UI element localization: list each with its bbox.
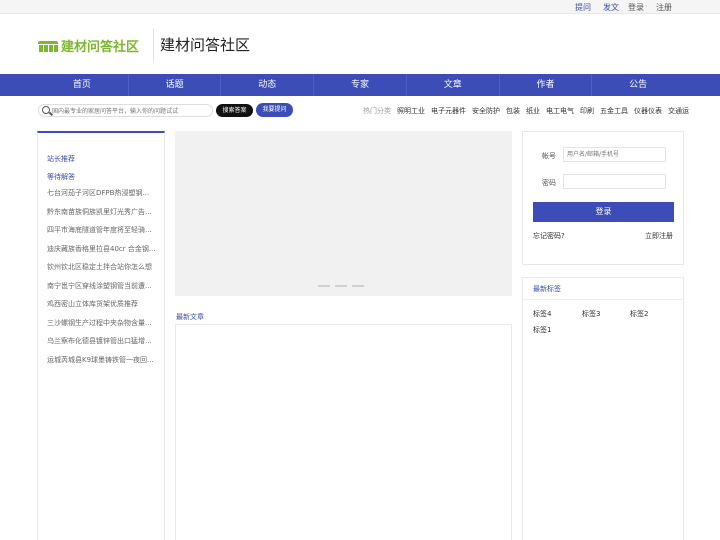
logo-icon: [38, 39, 58, 53]
register-link[interactable]: 立即注册: [645, 231, 673, 241]
site-logo[interactable]: 建材问答社区: [38, 36, 139, 55]
top-ask-link[interactable]: 提问: [575, 2, 591, 13]
nav-home[interactable]: 首页: [36, 74, 129, 96]
list-item[interactable]: 乌兰察布化德县镀锌管出口猛增...: [47, 337, 157, 356]
search-row: 搜索答案 我要提问 热门分类 照明工业 电子元器件 安全防护 包装 纸业 电工电…: [0, 100, 720, 120]
carousel-dot[interactable]: [335, 285, 347, 287]
list-item[interactable]: 运城芮城县K9球墨铸铁管一夜回...: [47, 356, 157, 375]
hot-category-item[interactable]: 交通运: [668, 106, 689, 116]
top-login-link[interactable]: 登录: [628, 2, 644, 13]
login-panel: 帐号 密码 登录 忘记密码? 立即注册: [522, 131, 684, 265]
nav-authors[interactable]: 作者: [500, 74, 593, 96]
tag-item[interactable]: 标签2: [630, 309, 648, 319]
hot-category-item[interactable]: 五金工具: [600, 106, 628, 116]
question-list: 七台河茄子河区DFPB热浸塑钢... 黔东南苗族侗族凯里灯光秀广告... 四平市…: [47, 189, 157, 374]
hot-category-item[interactable]: 印刷: [580, 106, 594, 116]
main-nav: 首页 话题 动态 专家 文章 作者 公告: [0, 74, 720, 96]
top-register-link[interactable]: 注册: [656, 2, 672, 13]
hot-categories: 热门分类 照明工业 电子元器件 安全防护 包装 纸业 电工电气 印刷 五金工具 …: [363, 106, 689, 116]
hot-category-item[interactable]: 电子元器件: [431, 106, 466, 116]
awaiting-answers-heading[interactable]: 等待解答: [47, 172, 75, 182]
list-item[interactable]: 钦州钦北区稳定土拌合站你怎么想: [47, 263, 157, 282]
list-item[interactable]: 三沙螺钢生产过程中夹杂物含量...: [47, 319, 157, 338]
account-input[interactable]: [563, 147, 666, 162]
list-item[interactable]: 南宁邕宁区穿线涂塑钢管当前遭...: [47, 282, 157, 301]
nav-experts[interactable]: 专家: [314, 74, 407, 96]
search-box: [38, 104, 213, 117]
divider: [523, 299, 683, 300]
tag-item[interactable]: 标签3: [582, 309, 600, 319]
list-item[interactable]: 七台河茄子河区DFPB热浸塑钢...: [47, 189, 157, 208]
carousel-dot[interactable]: [352, 285, 364, 287]
site-header: 建材问答社区 建材问答社区: [0, 14, 720, 74]
nav-articles[interactable]: 文章: [407, 74, 500, 96]
carousel-indicators: [318, 285, 364, 287]
banner-carousel[interactable]: [175, 131, 512, 296]
list-item[interactable]: 鸡西密山立体库货架优质推荐: [47, 300, 157, 319]
search-answers-button[interactable]: 搜索答案: [216, 104, 253, 117]
list-item[interactable]: 迪庆藏族香格里拉县40cr 合金钢...: [47, 245, 157, 264]
latest-tags-title: 最新标签: [533, 285, 561, 293]
carousel-dot[interactable]: [318, 285, 330, 287]
logo-text: 建材问答社区: [61, 40, 140, 55]
forgot-password-link[interactable]: 忘记密码?: [533, 231, 565, 241]
latest-articles-title[interactable]: 最新文章: [176, 312, 204, 322]
nav-topics[interactable]: 话题: [129, 74, 222, 96]
top-separator: ·: [645, 2, 648, 11]
tag-item[interactable]: 标签4: [533, 309, 551, 319]
list-item[interactable]: 黔东南苗族侗族凯里灯光秀广告...: [47, 208, 157, 227]
hot-category-item[interactable]: 纸业: [526, 106, 540, 116]
recommended-heading[interactable]: 站长推荐: [47, 154, 75, 164]
latest-tags-panel: 最新标签 标签4 标签3 标签2 标签1: [522, 277, 684, 540]
hot-categories-label: 热门分类: [363, 107, 391, 115]
hot-category-item[interactable]: 安全防护: [472, 106, 500, 116]
hot-category-item[interactable]: 照明工业: [397, 106, 425, 116]
nav-announcements[interactable]: 公告: [592, 74, 684, 96]
top-post-link[interactable]: 发文: [603, 2, 619, 13]
hot-category-item[interactable]: 仪器仪表: [634, 106, 662, 116]
search-icon: [42, 106, 50, 114]
password-input[interactable]: [563, 174, 666, 189]
ask-question-button[interactable]: 我要提问: [256, 103, 293, 117]
latest-articles-panel: [175, 324, 512, 540]
tag-item[interactable]: 标签1: [533, 325, 551, 335]
search-input[interactable]: [52, 106, 210, 116]
header-divider: [153, 28, 154, 62]
hot-category-item[interactable]: 电工电气: [546, 106, 574, 116]
hot-category-item[interactable]: 包装: [506, 106, 520, 116]
password-label: 密码: [542, 179, 556, 187]
list-item[interactable]: 四平市海底隧道管年度将至轻骑...: [47, 226, 157, 245]
login-button[interactable]: 登录: [533, 202, 674, 222]
top-bar: 提问 发文 登录 · 注册: [0, 0, 720, 14]
site-title: 建材问答社区: [160, 36, 251, 54]
account-label: 帐号: [542, 152, 556, 160]
nav-activity[interactable]: 动态: [221, 74, 315, 96]
left-sidebar: 站长推荐 等待解答 七台河茄子河区DFPB热浸塑钢... 黔东南苗族侗族凯里灯光…: [37, 131, 165, 540]
